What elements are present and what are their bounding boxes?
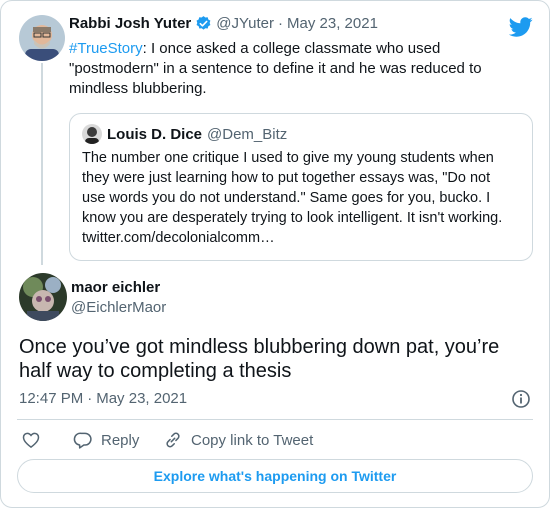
separator-dot: · (87, 390, 93, 407)
parent-text-line3: mindless blubbering. (69, 80, 207, 97)
quoted-line: they were just learning how to put toget… (82, 170, 491, 186)
main-text-line2: half way to completing a thesis (19, 360, 292, 382)
quoted-tweet-text: The number one critique I used to give m… (82, 148, 526, 248)
main-text-line1: Once you’ve got mindless blubbering down… (19, 336, 500, 358)
like-button[interactable] (21, 430, 41, 450)
main-tweet-text: Once you’ve got mindless blubbering down… (19, 335, 533, 383)
reply-label: Reply (101, 431, 140, 449)
explore-label: Explore what's happening on Twitter (153, 468, 397, 484)
heart-icon (21, 430, 41, 450)
thread-connector (41, 63, 43, 265)
main-author-handle[interactable]: @EichlerMaor (71, 299, 166, 316)
verified-badge-icon (195, 15, 212, 32)
reply-button[interactable]: Reply (73, 430, 139, 450)
parent-text-line2: "postmodern" in a sentence to define it … (69, 60, 482, 77)
quoted-author-name: Louis D. Dice (107, 125, 203, 143)
main-date: May 23, 2021 (96, 390, 188, 407)
explore-twitter-button[interactable]: Explore what's happening on Twitter (17, 459, 533, 493)
parent-text-line1: : I once asked a college classmate who u… (142, 40, 441, 57)
info-icon[interactable] (511, 389, 531, 414)
parent-author-name[interactable]: Rabbi Josh Yuter (69, 15, 191, 32)
quoted-tweet[interactable]: Louis D. Dice @Dem_Bitz The number one c… (69, 113, 533, 261)
parent-author-handle[interactable]: @JYuter (216, 15, 274, 32)
quoted-line: The number one critique I used to give m… (82, 150, 494, 166)
quoted-header: Louis D. Dice @Dem_Bitz (82, 124, 287, 144)
reply-icon (73, 430, 93, 450)
main-author-name[interactable]: maor eichler (71, 279, 160, 296)
quoted-author-avatar (82, 124, 102, 144)
parent-header: Rabbi Josh Yuter @JYuter · May 23, 2021 (69, 15, 378, 32)
copy-link-button[interactable]: Copy link to Tweet (163, 430, 313, 450)
main-author-avatar[interactable] (19, 273, 67, 321)
main-time: 12:47 PM (19, 390, 84, 407)
copy-link-label: Copy link to Tweet (191, 431, 314, 449)
quoted-line: use words you do not understand." Same g… (82, 190, 491, 206)
separator-dot: · (278, 15, 284, 32)
embedded-tweet-card: Rabbi Josh Yuter @JYuter · May 23, 2021 … (0, 0, 550, 508)
main-timestamp[interactable]: 12:47 PM · May 23, 2021 (19, 390, 187, 407)
parent-author-avatar[interactable] (19, 15, 65, 61)
parent-tweet-text: #TrueStory: I once asked a college class… (69, 39, 529, 99)
divider (17, 419, 533, 420)
quoted-line: know you are desperately trying to look … (82, 210, 503, 226)
link-icon (163, 430, 183, 450)
quoted-link-line: twitter.com/decolonialcomm… (82, 230, 275, 246)
parent-date[interactable]: May 23, 2021 (287, 15, 378, 32)
quoted-author-handle: @Dem_Bitz (207, 125, 288, 143)
hashtag-link[interactable]: #TrueStory (69, 40, 143, 57)
